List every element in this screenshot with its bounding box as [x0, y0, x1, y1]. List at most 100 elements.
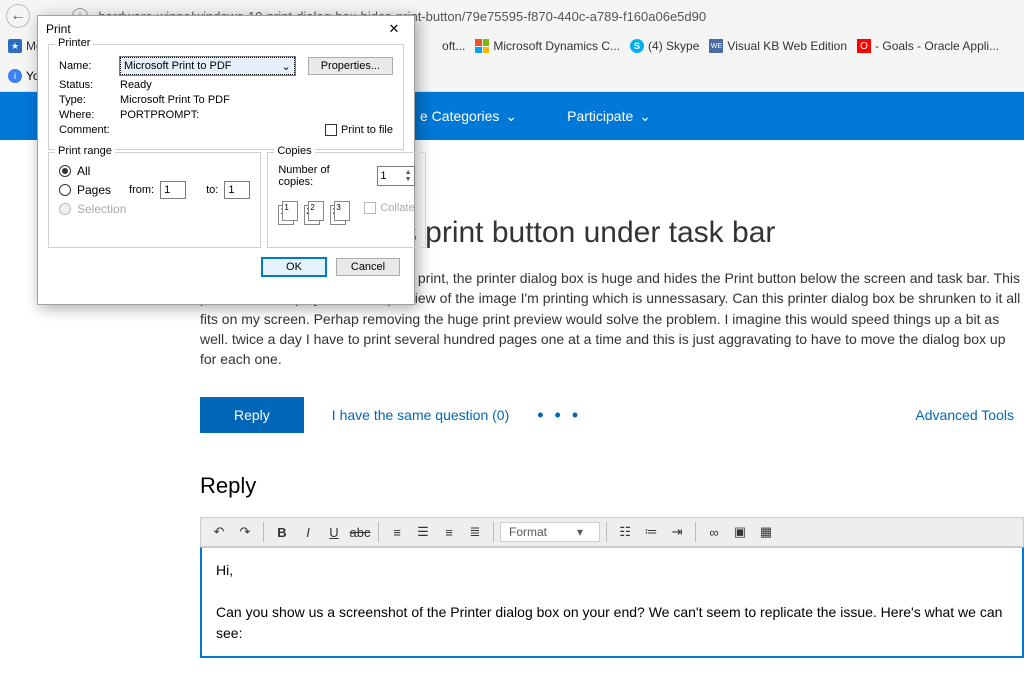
editor-textarea[interactable]: Hi, Can you show us a screenshot of the … [200, 547, 1024, 658]
microsoft-icon [475, 39, 489, 53]
print-dialog: Print ✕ Printer Name: Microsoft Print to… [37, 15, 415, 305]
radio-icon [59, 203, 71, 215]
chevron-down-icon: ⌄ [281, 60, 290, 73]
copies-group: Copies Number of copies: 1 ▲▼ 11 22 33 C… [267, 152, 425, 248]
dialog-title: Print [46, 22, 71, 36]
radio-all[interactable]: All [59, 164, 250, 178]
more-actions-icon[interactable]: • • • [537, 405, 581, 426]
menu-label: Participate [567, 108, 633, 124]
bookmark-dynamics[interactable]: Microsoft Dynamics C... [475, 39, 620, 53]
status-value: Ready [120, 79, 152, 91]
link-icon[interactable]: ∞ [702, 520, 726, 544]
oracle-icon: O [857, 39, 871, 53]
bookmark-skype[interactable]: S (4) Skype [630, 39, 699, 53]
spin-arrows-icon: ▲▼ [405, 169, 412, 183]
bookmark-label: Microsoft Dynamics C... [493, 39, 620, 53]
table-icon[interactable]: ▦ [754, 520, 778, 544]
bold-icon[interactable]: B [270, 520, 294, 544]
same-question-link[interactable]: I have the same question (0) [332, 407, 509, 423]
printer-select-value: Microsoft Print to PDF [124, 60, 232, 72]
skype-icon: S [630, 39, 644, 53]
bookmark-kb[interactable]: WE Visual KB Web Edition [709, 39, 847, 53]
print-to-file-checkbox[interactable]: Print to file [325, 124, 393, 136]
ok-button[interactable]: OK [262, 258, 326, 276]
list-bullet-icon[interactable]: ☷ [613, 520, 637, 544]
post-actions: Reply I have the same question (0) • • •… [200, 397, 1024, 433]
type-value: Microsoft Print To PDF [120, 94, 230, 106]
pages-from-input[interactable] [160, 181, 186, 199]
checkbox-label: Print to file [341, 124, 393, 136]
advanced-tools-link[interactable]: Advanced Tools [915, 407, 1014, 423]
menu-categories[interactable]: e Categories ⌄ [420, 108, 517, 125]
dialog-buttons: OK Cancel [38, 248, 414, 286]
bookmark-label: - Goals - Oracle Appli... [875, 39, 999, 53]
printer-group: Printer Name: Microsoft Print to PDF ⌄ P… [48, 44, 404, 150]
where-value: PORTPROMPT: [120, 109, 199, 121]
chevron-down-icon: ⌄ [639, 108, 651, 125]
cancel-button[interactable]: Cancel [336, 258, 400, 276]
collate-graphic: 11 22 33 [278, 201, 352, 225]
editor-line: Hi, [216, 560, 1008, 581]
bookmark-label: oft... [442, 39, 465, 53]
copies-value: 1 [380, 170, 386, 182]
copies-label: Number of copies: [278, 164, 365, 188]
collate-checkbox: Collate [364, 202, 414, 214]
bookmark-oft[interactable]: oft... [442, 39, 465, 53]
underline-icon[interactable]: U [322, 520, 346, 544]
reply-editor: ↶ ↷ B I U abc ≡ ☰ ≡ ≣ Format▾ ☷ ≔ ⇥ ∞ ▣ … [200, 517, 1024, 658]
radio-pages[interactable]: Pages from: to: [59, 181, 250, 199]
italic-icon[interactable]: I [296, 520, 320, 544]
editor-line: Can you show us a screenshot of the Prin… [216, 602, 1008, 644]
format-select[interactable]: Format ▾ [500, 522, 600, 542]
group-label: Printer [55, 37, 93, 49]
radio-label: All [77, 164, 90, 178]
checkbox-icon [325, 124, 337, 136]
radio-label: Selection [77, 202, 126, 216]
strike-icon[interactable]: abc [348, 520, 372, 544]
redo-icon[interactable]: ↷ [233, 520, 257, 544]
menu-participate[interactable]: Participate ⌄ [567, 108, 651, 125]
image-icon[interactable]: ▣ [728, 520, 752, 544]
copies-spinbox[interactable]: 1 ▲▼ [377, 166, 414, 186]
printer-select[interactable]: Microsoft Print to PDF ⌄ [119, 56, 296, 76]
pages-to-input[interactable] [224, 181, 250, 199]
reply-heading: Reply [200, 473, 1024, 499]
radio-icon [59, 184, 71, 196]
radio-label: Pages [77, 183, 111, 197]
bookmark-label: (4) Skype [648, 39, 699, 53]
radio-selection: Selection [59, 202, 250, 216]
to-label: to: [206, 184, 218, 196]
undo-icon[interactable]: ↶ [207, 520, 231, 544]
close-icon[interactable]: ✕ [382, 17, 406, 41]
checkbox-label: Collate [380, 202, 414, 214]
kb-icon: WE [709, 39, 723, 53]
dialog-titlebar[interactable]: Print ✕ [38, 16, 414, 42]
align-right-icon[interactable]: ≡ [437, 520, 461, 544]
chevron-down-icon: ⌄ [505, 108, 517, 125]
properties-button[interactable]: Properties... [308, 57, 393, 75]
group-label: Copies [274, 145, 314, 157]
align-center-icon[interactable]: ☰ [411, 520, 435, 544]
reply-button[interactable]: Reply [200, 397, 304, 433]
align-left-icon[interactable]: ≡ [385, 520, 409, 544]
format-label: Format [509, 525, 547, 539]
menu-label: e Categories [420, 108, 499, 124]
user-icon[interactable]: i [8, 69, 22, 83]
checkbox-icon [364, 202, 376, 214]
where-label: Where: [59, 109, 114, 121]
comment-label: Comment: [59, 124, 114, 136]
name-label: Name: [59, 60, 113, 72]
chevron-down-icon: ▾ [577, 525, 583, 539]
print-range-group: Print range All Pages from: to: Selectio… [48, 152, 261, 248]
bookmark-oracle[interactable]: O - Goals - Oracle Appli... [857, 39, 999, 53]
list-number-icon[interactable]: ≔ [639, 520, 663, 544]
from-label: from: [129, 184, 154, 196]
nav-back-button[interactable]: ← [6, 4, 30, 28]
bookmark-label: Visual KB Web Edition [727, 39, 847, 53]
editor-toolbar: ↶ ↷ B I U abc ≡ ☰ ≡ ≣ Format▾ ☷ ≔ ⇥ ∞ ▣ … [200, 517, 1024, 547]
radio-icon [59, 165, 71, 177]
status-label: Status: [59, 79, 114, 91]
indent-icon[interactable]: ⇥ [665, 520, 689, 544]
align-justify-icon[interactable]: ≣ [463, 520, 487, 544]
type-label: Type: [59, 94, 114, 106]
